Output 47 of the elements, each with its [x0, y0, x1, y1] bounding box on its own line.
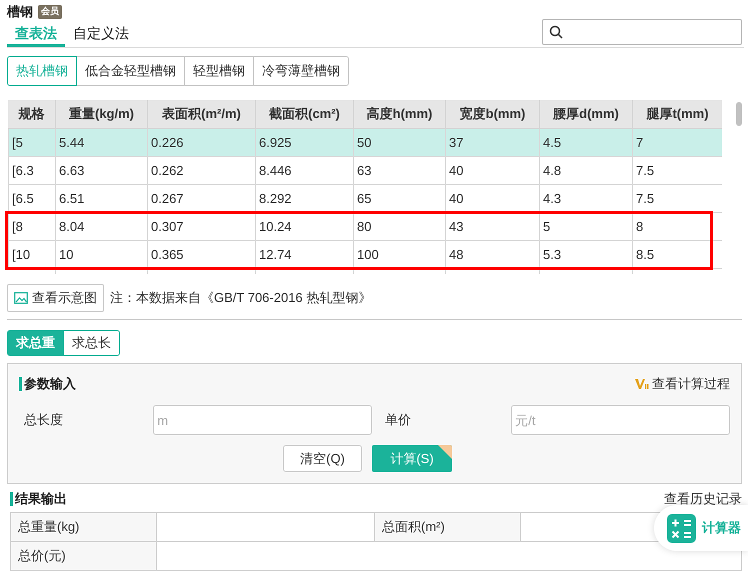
table-row[interactable]: [6.5 6.51 0.267 8.292 65 40 4.3 7.5	[8, 185, 722, 213]
calculator-icon	[667, 514, 696, 542]
table-cell: 4.3	[540, 185, 633, 213]
field-label: 总长度	[23, 411, 64, 430]
table-cell: 8.5	[633, 241, 722, 269]
view-diagram-button[interactable]: 查看示意图	[7, 284, 104, 312]
input-field[interactable]: 元/t	[511, 405, 730, 435]
clear-button[interactable]: 清空(Q)	[283, 445, 362, 472]
table-cell: 10	[56, 241, 148, 269]
table-cell: 100	[354, 241, 446, 269]
input-field[interactable]: m	[153, 405, 372, 435]
table-cell: 48	[446, 241, 540, 269]
result-label: 总价(元)	[11, 542, 157, 571]
table-cell: [6.5	[8, 185, 56, 213]
view-process-link[interactable]: 查看计算过程	[635, 374, 730, 394]
page-title: 槽钢	[7, 3, 33, 22]
table-cell: 0.365	[148, 241, 256, 269]
data-source-note: 注：本数据来自《GB/T 706-2016 热轧型钢》	[110, 289, 372, 308]
table-cell: 12.74	[256, 241, 354, 269]
table-row[interactable]: [5 5.44 0.226 6.925 50 37 4.5 7	[8, 129, 722, 157]
search-icon	[549, 25, 563, 39]
steel-type-tab[interactable]: 冷弯薄壁槽钢	[253, 56, 349, 86]
table-cell: 5.3	[540, 241, 633, 269]
table-row[interactable]: [10 10 0.365 12.74 100 48 5.3 8.5	[8, 241, 722, 269]
method-tab[interactable]: 自定义法	[65, 23, 137, 47]
table-row[interactable]: [6.3 6.63 0.262 8.446 63 40 4.8 7.5	[8, 157, 722, 185]
steel-type-tab[interactable]: 轻型槽钢	[184, 56, 254, 86]
result-label: 总重量(kg)	[11, 513, 157, 542]
table-row[interactable]: [8 8.04 0.307 10.24 80 43 5 8	[8, 213, 722, 241]
table-cell: 65	[354, 185, 446, 213]
search-field[interactable]	[542, 19, 742, 45]
vip-icon	[635, 378, 649, 390]
table-cell: 6.51	[56, 185, 148, 213]
steel-type-tab[interactable]: 低合金轻型槽钢	[76, 56, 185, 86]
view-history-link[interactable]: 查看历史记录	[664, 492, 742, 506]
field-label: 单价	[384, 411, 412, 430]
table-cell: [10	[8, 241, 56, 269]
result-label: 总面积(m²)	[375, 513, 521, 542]
table-cell: 40	[446, 185, 540, 213]
table-cell: 8.292	[256, 185, 354, 213]
member-badge: 会员	[38, 5, 62, 19]
calc-mode-tab[interactable]: 求总长	[63, 330, 120, 356]
scrollbar-thumb[interactable]	[736, 102, 742, 126]
image-icon	[14, 292, 28, 304]
section-title: 结果输出	[10, 492, 67, 506]
table-cell: 0.267	[148, 185, 256, 213]
section-title: 参数输入	[19, 377, 76, 391]
